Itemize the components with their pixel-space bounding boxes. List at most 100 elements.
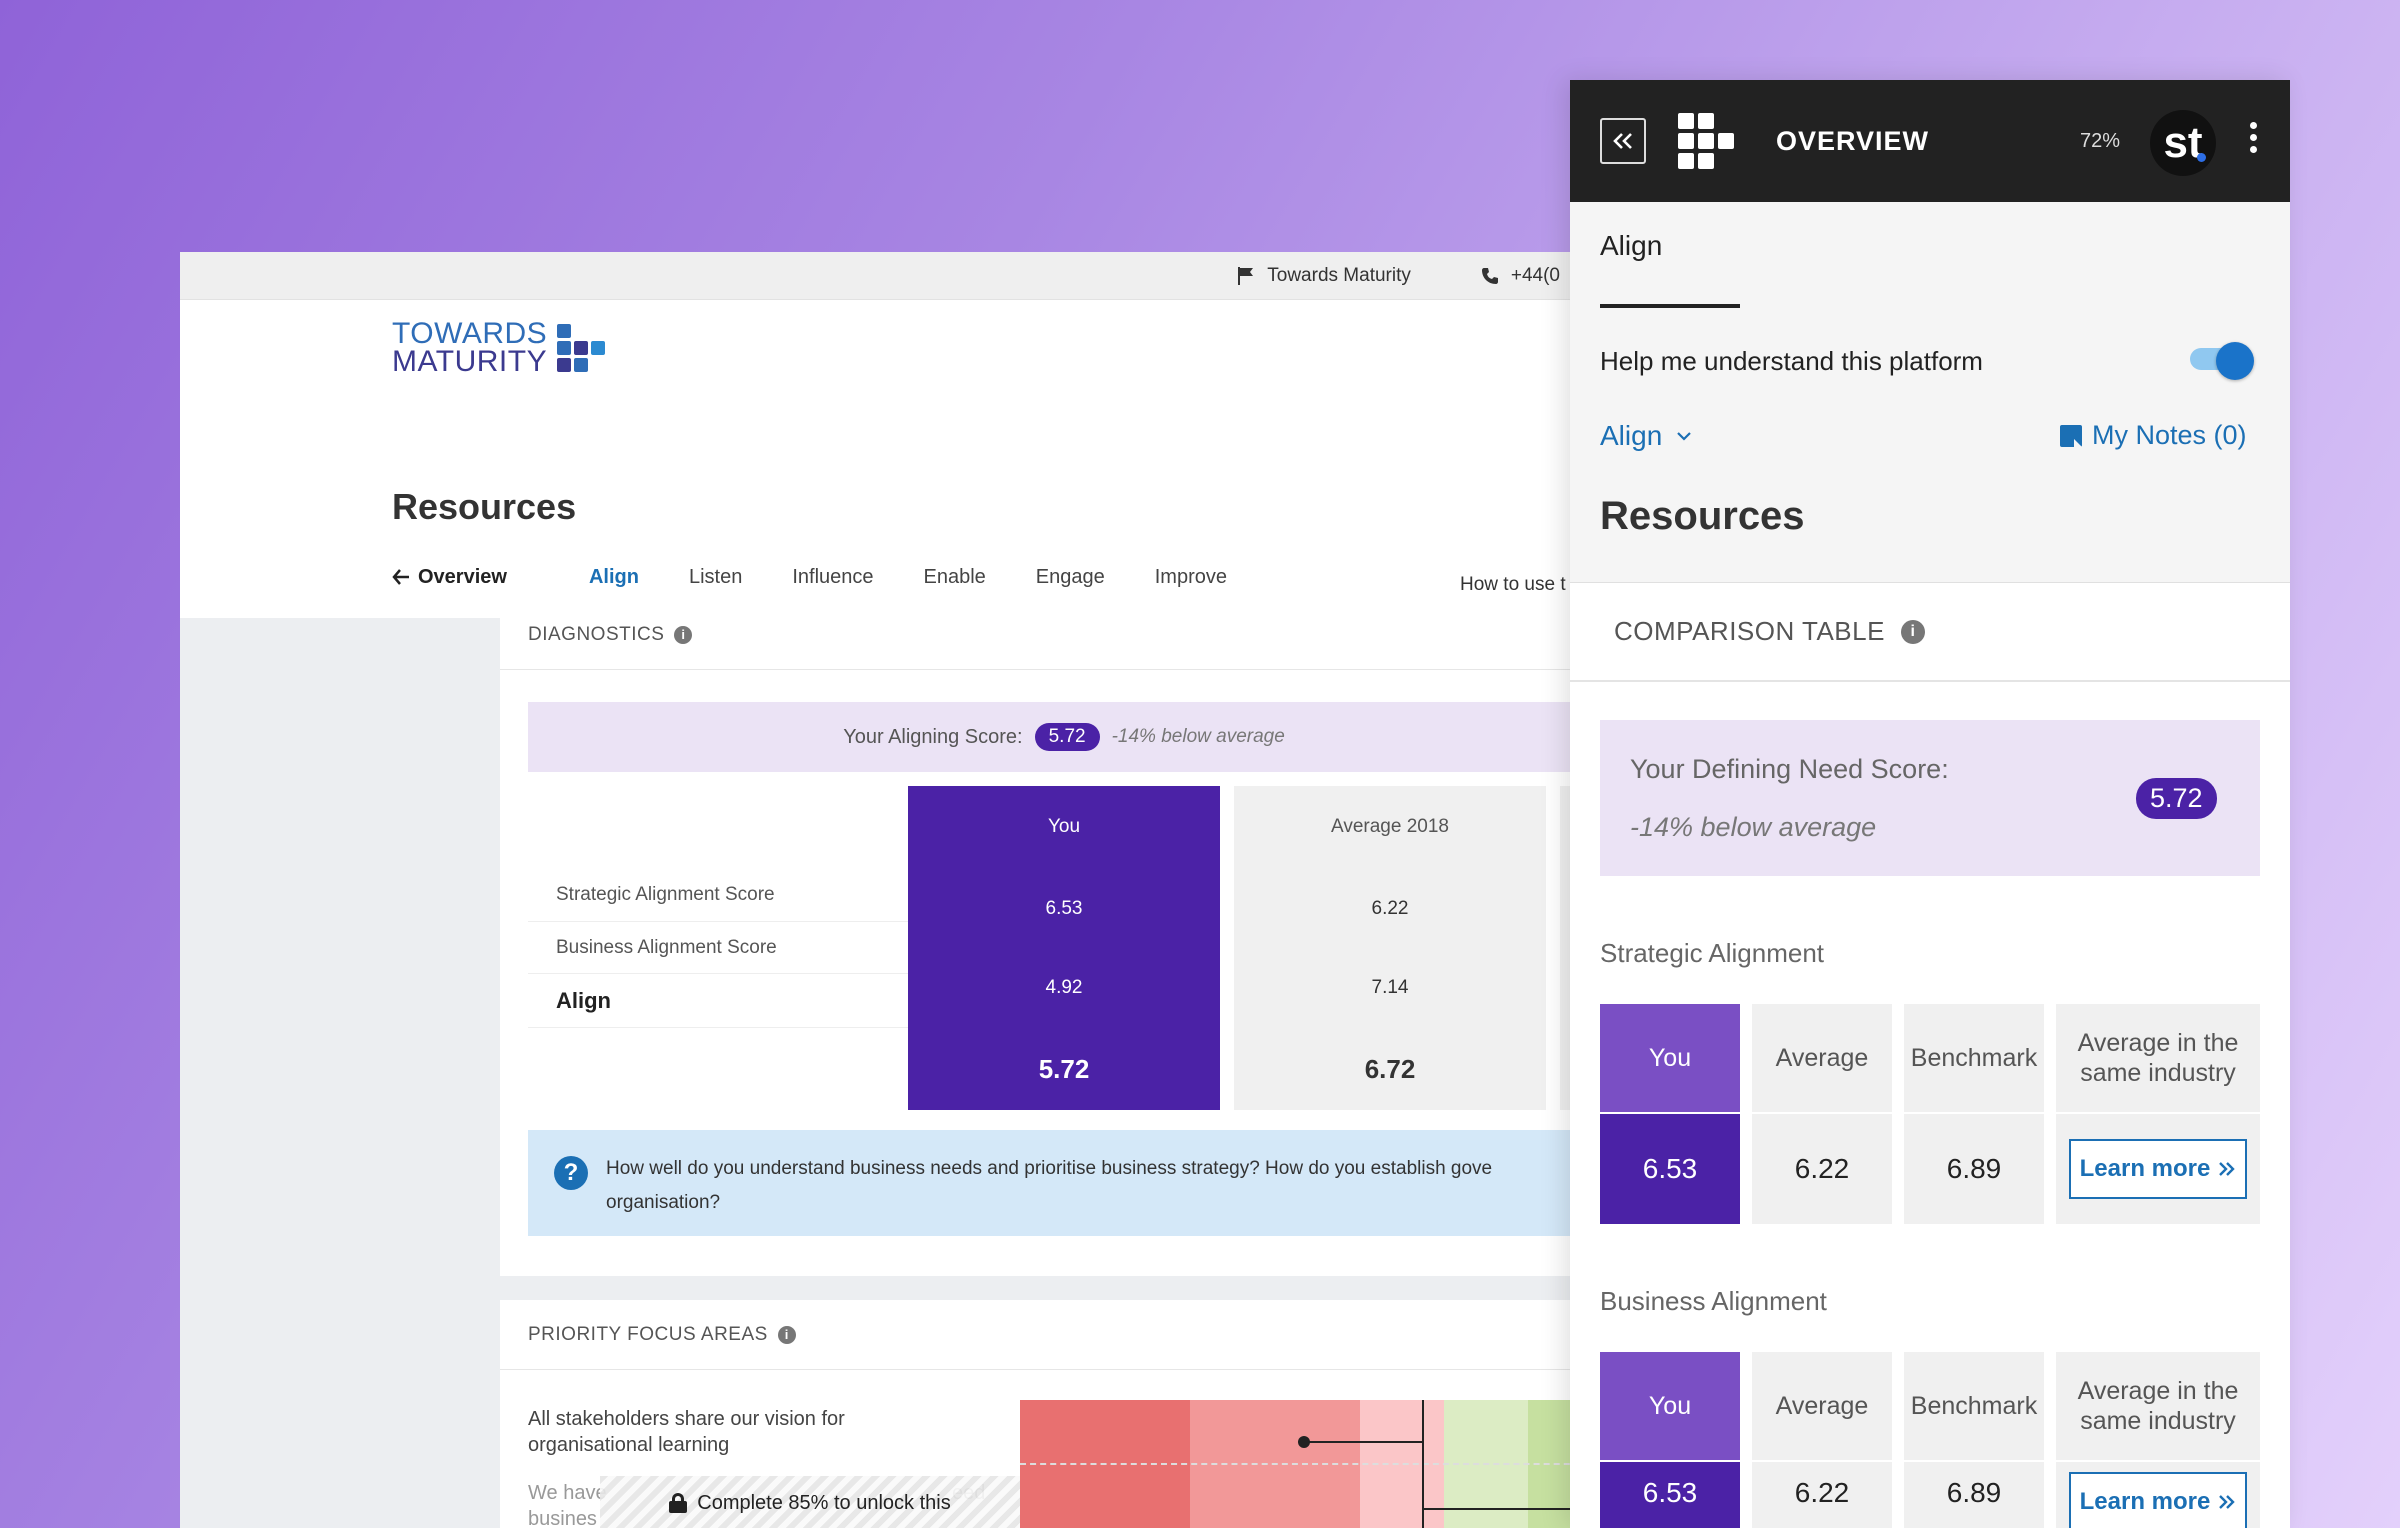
- header-you: You: [1600, 1004, 1740, 1112]
- header-benchmark: Benchmark: [1904, 1004, 2044, 1112]
- business-alignment-title: Business Alignment: [1600, 1286, 1827, 1316]
- logo-text: TOWARDS MATURITY: [392, 317, 548, 378]
- page-title: Resources: [392, 486, 577, 527]
- how-to-use-link[interactable]: How to use t: [1460, 574, 1566, 596]
- priority-item-2-line2: busines: [528, 1508, 597, 1528]
- header-you: You: [1600, 1352, 1740, 1460]
- avatar[interactable]: st: [2150, 110, 2216, 176]
- question-line-1: How well do you understand business need…: [606, 1158, 1493, 1179]
- more-options-icon[interactable]: [2250, 122, 2257, 153]
- phone-number: +44(0: [1510, 264, 1560, 286]
- section-dropdown-value: Align: [1600, 420, 1663, 451]
- org-link[interactable]: Towards Maturity: [1237, 265, 1411, 287]
- defining-need-score-box: Your Defining Need Score: -14% below ave…: [1600, 720, 2260, 876]
- my-notes-label: My Notes (0): [2092, 420, 2247, 450]
- section-dropdown[interactable]: Align: [1600, 420, 1692, 452]
- score-delta: -14% below average: [1111, 726, 1285, 747]
- cell-you-business: 4.92: [1045, 977, 1083, 998]
- business-alignment-grid: You Average Benchmark Average in the sam…: [1600, 1352, 2260, 1528]
- priority-item-1: All stakeholders share our vision for or…: [528, 1408, 845, 1456]
- value-average: 6.22: [1752, 1114, 1892, 1224]
- cell-avg-align: 6.72: [1364, 1054, 1416, 1084]
- info-icon[interactable]: i: [1900, 619, 1925, 644]
- flag-icon: [1238, 266, 1254, 285]
- overview-side-panel: OVERVIEW 72% st Align Help me understand…: [1570, 80, 2290, 1528]
- value-benchmark: 6.89: [1904, 1114, 2044, 1224]
- priority-item-2-start: We have: [528, 1482, 607, 1504]
- column-average-2018: Average 2018 6.22 7.14 6.72: [1234, 786, 1546, 1110]
- question-icon: ?: [554, 1156, 588, 1190]
- header-industry-average: Average in the same industry: [2056, 1004, 2260, 1112]
- page-header: TOWARDS MATURITY Resources Overview Alig…: [180, 300, 1600, 618]
- comparison-table-title: COMPARISON TABLE: [1614, 616, 1885, 646]
- help-toggle-label: Help me understand this platform: [1600, 346, 1983, 376]
- org-name: Towards Maturity: [1267, 264, 1411, 286]
- cell-you-strategic: 6.53: [1045, 898, 1083, 919]
- industry-cell: Learn more: [2056, 1462, 2260, 1528]
- double-chevron-right-icon: [2219, 1162, 2236, 1176]
- chevron-down-icon: [1677, 432, 1692, 441]
- info-icon[interactable]: i: [777, 1325, 796, 1344]
- top-utility-bar: Towards Maturity +44(0: [180, 252, 1600, 300]
- logo-line-2: MATURITY: [392, 345, 548, 378]
- header-average: Average: [1752, 1004, 1892, 1112]
- panel-tab-align[interactable]: Align: [1600, 230, 1662, 262]
- defining-need-delta: -14% below average: [1630, 812, 1877, 842]
- priority-header: PRIORITY FOCUS AREAS i: [500, 1300, 1600, 1370]
- phone-link[interactable]: +44(0: [1481, 265, 1560, 287]
- heat-marker-line: [1304, 1441, 1422, 1443]
- status-dot: [2197, 153, 2206, 162]
- question-callout: ? How well do you understand business ne…: [528, 1130, 1600, 1236]
- note-icon: [2060, 424, 2082, 447]
- towards-maturity-logo[interactable]: TOWARDS MATURITY: [392, 317, 606, 378]
- column-header-average: Average 2018: [1331, 816, 1449, 837]
- header-average: Average: [1752, 1352, 1892, 1460]
- phone-icon: [1481, 267, 1498, 284]
- score-badge: 5.72: [1034, 723, 1100, 751]
- toggle-knob: [2216, 342, 2254, 380]
- defining-need-label: Your Defining Need Score:: [1630, 754, 1949, 784]
- panel-tab-indicator: [1600, 304, 1740, 308]
- score-label: Your Aligning Score:: [843, 725, 1023, 748]
- help-toggle-switch[interactable]: [2190, 342, 2254, 380]
- lock-icon: [669, 1493, 688, 1513]
- cell-avg-business: 7.14: [1371, 977, 1409, 998]
- header-industry-average: Average in the same industry: [2056, 1352, 2260, 1460]
- avatar-initials: st: [2163, 118, 2203, 167]
- question-line-2: organisation?: [606, 1192, 721, 1213]
- strategic-alignment-grid: You Average Benchmark Average in the sam…: [1600, 1004, 2260, 1224]
- back-label: Overview: [418, 566, 507, 588]
- info-icon[interactable]: i: [674, 625, 693, 644]
- my-notes-link[interactable]: My Notes (0): [2060, 420, 2247, 451]
- locked-overlay[interactable]: Complete 85% to unlock this: [600, 1476, 1020, 1528]
- double-chevron-right-icon: [2219, 1495, 2236, 1509]
- strategic-alignment-title: Strategic Alignment: [1600, 938, 1825, 968]
- learn-more-button[interactable]: Learn more: [2069, 1139, 2247, 1199]
- panel-resources-title: Resources: [1600, 494, 1805, 538]
- panel-title: OVERVIEW: [1776, 125, 1930, 156]
- priority-focus-card: PRIORITY FOCUS AREAS i All stakeholders …: [500, 1300, 1600, 1528]
- panel-logo-icon: [1678, 113, 1734, 169]
- aligning-score-banner: Your Aligning Score: 5.72 -14% below ave…: [528, 702, 1600, 772]
- diagnostics-card: DIAGNOSTICS i Your Aligning Score: 5.72 …: [500, 600, 1600, 1276]
- value-benchmark: 6.89: [1904, 1462, 2044, 1528]
- lock-text: Complete 85% to unlock this: [697, 1491, 951, 1514]
- heat-marker-dot: [1298, 1436, 1310, 1448]
- collapse-panel-button[interactable]: [1600, 118, 1646, 164]
- diagnostics-title: DIAGNOSTICS: [528, 623, 665, 645]
- row-label-business: Business Alignment Score: [528, 922, 908, 974]
- cell-avg-strategic: 6.22: [1371, 898, 1409, 919]
- learn-more-button[interactable]: Learn more: [2069, 1472, 2247, 1528]
- defining-need-score-badge: 5.72: [2136, 778, 2217, 819]
- arrow-left-icon: [392, 569, 409, 585]
- app-window: Towards Maturity +44(0 TOWARDS MATURITY …: [180, 252, 1600, 1528]
- header-benchmark: Benchmark: [1904, 1352, 2044, 1460]
- logo-line-1: TOWARDS: [392, 317, 548, 350]
- priority-title: PRIORITY FOCUS AREAS: [528, 1323, 768, 1345]
- panel-header: OVERVIEW 72% st: [1570, 80, 2290, 202]
- value-you: 6.53: [1600, 1462, 1740, 1528]
- column-you: You 6.53 4.92 5.72: [908, 786, 1220, 1110]
- question-text: How well do you understand business need…: [606, 1152, 1600, 1220]
- double-chevron-left-icon: [1613, 133, 1632, 149]
- learn-more-label: Learn more: [2079, 1155, 2211, 1182]
